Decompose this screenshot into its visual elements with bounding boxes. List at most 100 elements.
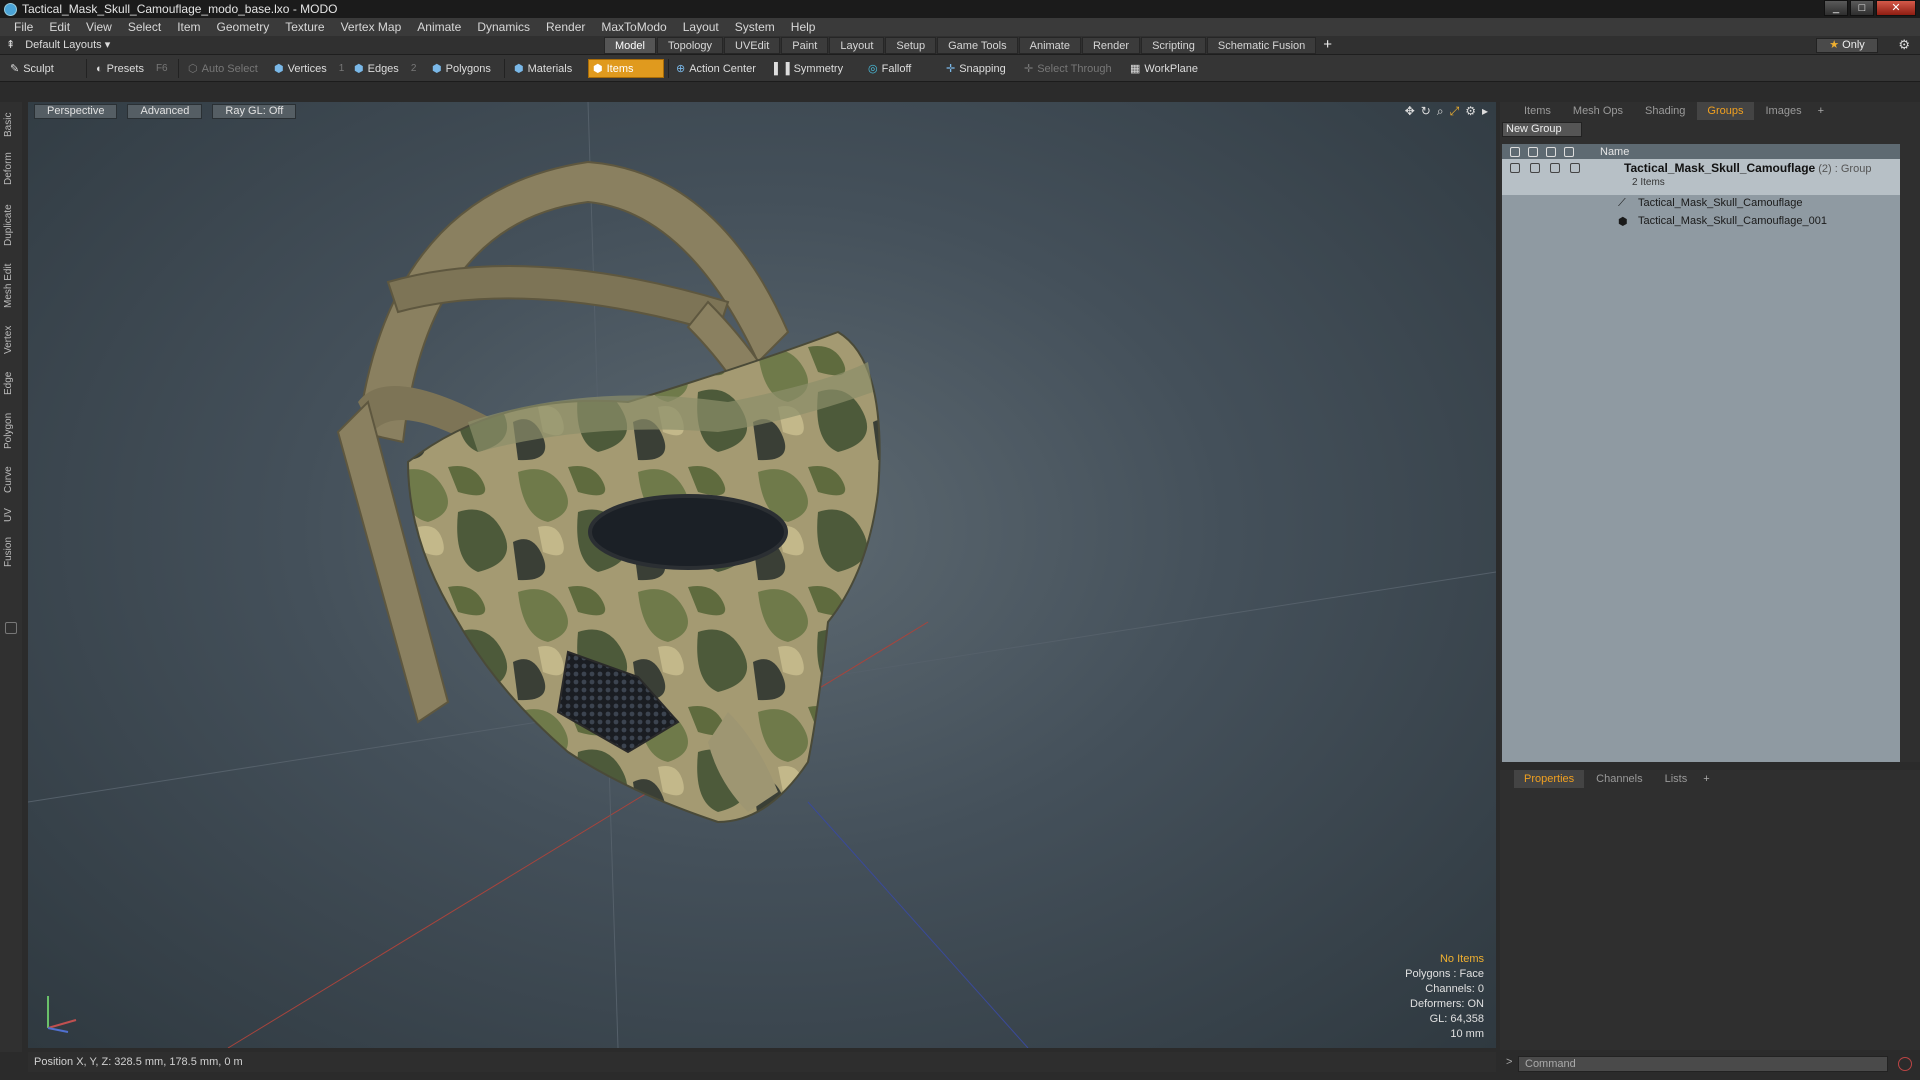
left-tool-tabs: Basic Deform Duplicate Mesh Edit Vertex … (0, 102, 22, 1052)
tab-mesh-ops[interactable]: Mesh Ops (1563, 102, 1633, 120)
vtab-mesh-edit[interactable]: Mesh Edit (3, 258, 19, 314)
gear-icon[interactable]: ⚙ (1898, 37, 1910, 53)
select-icon[interactable] (1570, 163, 1580, 173)
layout-selector[interactable]: ⇞ Default Layouts ▾ (6, 38, 110, 51)
tab-groups[interactable]: Groups (1697, 102, 1754, 120)
maximize-button[interactable]: □ (1850, 0, 1874, 16)
edges-button[interactable]: ⬢ Edges 2 (350, 59, 420, 78)
tab-topology[interactable]: Topology (656, 37, 724, 54)
presets-button[interactable]: ◐ Presets F6 (92, 59, 172, 78)
group-child-row[interactable]: ⬢ Tactical_Mask_Skull_Camouflage_001 (1502, 213, 1900, 231)
auto-select-label: Auto Select (201, 62, 258, 75)
menu-bar: File Edit View Select Item Geometry Text… (0, 18, 1920, 36)
eye-column-icon[interactable] (1510, 146, 1520, 157)
vtab-curve[interactable]: Curve (3, 462, 19, 498)
menu-item[interactable]: Item (169, 20, 208, 34)
menu-vertex-map[interactable]: Vertex Map (333, 20, 410, 34)
tab-scripting[interactable]: Scripting (1141, 37, 1206, 54)
menu-layout[interactable]: Layout (675, 20, 727, 34)
eye-icon[interactable] (1510, 163, 1520, 173)
command-input[interactable]: Command (1518, 1056, 1888, 1072)
select-through-button[interactable]: ✛ Select Through (1020, 59, 1116, 78)
add-panel-tab-icon[interactable]: + (1814, 105, 1828, 117)
select-column-icon[interactable] (1564, 146, 1574, 157)
render-icon[interactable] (1530, 163, 1540, 173)
tab-items[interactable]: Items (1514, 102, 1561, 120)
close-button[interactable]: ✕ (1876, 0, 1916, 16)
minimize-button[interactable]: _ (1824, 0, 1848, 16)
render-column-icon[interactable] (1528, 146, 1538, 157)
tab-animate[interactable]: Animate (1018, 37, 1081, 54)
viewport-settings-icon[interactable]: ⚙ (1465, 104, 1476, 119)
vtab-polygon[interactable]: Polygon (3, 406, 19, 456)
vtab-uv[interactable]: UV (3, 504, 19, 526)
lock-column-icon[interactable] (1546, 146, 1556, 157)
workplane-button[interactable]: ▦ WorkPlane (1126, 59, 1202, 78)
add-properties-tab-icon[interactable]: + (1699, 773, 1713, 785)
vertices-button[interactable]: ⬢ Vertices 1 (270, 59, 348, 78)
action-center-button[interactable]: ⊕ Action Center (672, 59, 760, 78)
menu-edit[interactable]: Edit (41, 20, 78, 34)
tab-game-tools[interactable]: Game Tools (937, 37, 1018, 54)
vtab-edge[interactable]: Edge (3, 366, 19, 400)
panel-toggle-icon[interactable] (5, 622, 17, 634)
vtab-fusion[interactable]: Fusion (3, 532, 19, 572)
falloff-button[interactable]: ◎ Falloff (864, 59, 915, 78)
advanced-button[interactable]: Advanced (127, 103, 203, 119)
fit-icon[interactable]: ⤢ (1450, 104, 1460, 119)
tab-layout[interactable]: Layout (829, 37, 885, 54)
symmetry-button[interactable]: ▌▐ Symmetry (770, 59, 847, 78)
name-column-header[interactable]: Name (1588, 146, 1629, 158)
tab-properties[interactable]: Properties (1514, 770, 1585, 788)
3d-viewport[interactable]: Perspective Advanced Ray GL: Off ✥ ↻ ⌕ ⤢… (28, 102, 1496, 1048)
tab-images[interactable]: Images (1756, 102, 1812, 120)
group-row[interactable]: Tactical_Mask_Skull_Camouflage (2) : Gro… (1502, 159, 1900, 195)
vtab-deform[interactable]: Deform (3, 148, 19, 190)
command-clear-icon[interactable] (1898, 1057, 1912, 1071)
menu-file[interactable]: File (6, 20, 41, 34)
polygons-button[interactable]: ⬢ Polygons (428, 59, 495, 78)
auto-select-button[interactable]: ⬡ Auto Select (184, 59, 262, 78)
materials-button[interactable]: ⬢ Materials (510, 59, 576, 78)
menu-texture[interactable]: Texture (277, 20, 332, 34)
menu-select[interactable]: Select (120, 20, 169, 34)
tab-render[interactable]: Render (1081, 37, 1141, 54)
new-group-button[interactable]: New Group (1502, 122, 1582, 137)
tab-lists[interactable]: Lists (1655, 770, 1698, 788)
menu-geometry[interactable]: Geometry (209, 20, 278, 34)
group-list-header: Name (1502, 144, 1900, 159)
tab-setup[interactable]: Setup (885, 37, 937, 54)
add-tab-icon[interactable]: + (1317, 37, 1338, 54)
tab-model[interactable]: Model (604, 37, 656, 54)
tab-uvedit[interactable]: UVEdit (724, 37, 781, 54)
items-button[interactable]: ⬢ Items (588, 59, 664, 78)
only-toggle[interactable]: ★ Only (1816, 38, 1878, 53)
mask-model-render (28, 102, 1496, 1048)
viewport-arrow-icon[interactable]: ▸ (1482, 104, 1488, 119)
vertices-label: Vertices (287, 62, 327, 75)
menu-animate[interactable]: Animate (409, 20, 469, 34)
menu-maxtomodo[interactable]: MaxToModo (593, 20, 674, 34)
perspective-button[interactable]: Perspective (34, 103, 118, 119)
collapse-icon[interactable]: ⇞ (6, 38, 15, 51)
menu-render[interactable]: Render (538, 20, 593, 34)
vtab-vertex[interactable]: Vertex (3, 320, 19, 360)
tab-channels[interactable]: Channels (1586, 770, 1652, 788)
group-child-row[interactable]: ⟋ Tactical_Mask_Skull_Camouflage (1502, 195, 1900, 213)
lock-icon[interactable] (1550, 163, 1560, 173)
tab-shading[interactable]: Shading (1635, 102, 1695, 120)
menu-dynamics[interactable]: Dynamics (469, 20, 538, 34)
vtab-basic[interactable]: Basic (3, 108, 19, 142)
rotate-icon[interactable]: ↻ (1421, 104, 1431, 119)
menu-system[interactable]: System (727, 20, 783, 34)
zoom-icon[interactable]: ⌕ (1437, 104, 1444, 119)
menu-view[interactable]: View (78, 20, 120, 34)
vtab-duplicate[interactable]: Duplicate (3, 198, 19, 252)
raygl-button[interactable]: Ray GL: Off (212, 103, 297, 119)
snapping-button[interactable]: ✛ Snapping (942, 59, 1010, 78)
tab-paint[interactable]: Paint (781, 37, 829, 54)
sculpt-button[interactable]: ✎ Sculpt (6, 59, 58, 78)
menu-help[interactable]: Help (783, 20, 824, 34)
tab-schematic-fusion[interactable]: Schematic Fusion (1206, 37, 1317, 54)
pan-icon[interactable]: ✥ (1405, 104, 1415, 119)
